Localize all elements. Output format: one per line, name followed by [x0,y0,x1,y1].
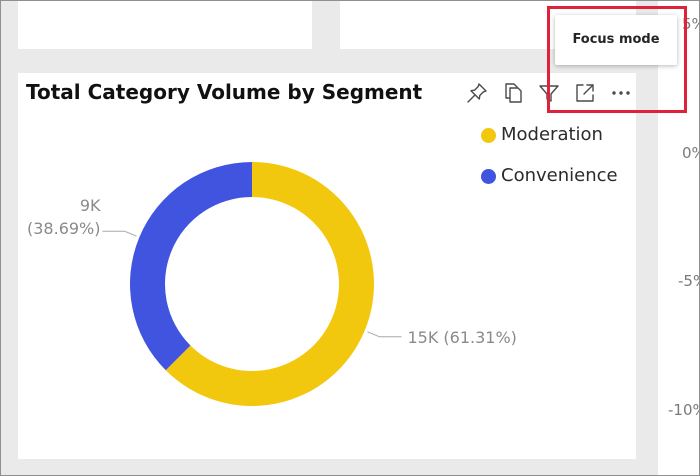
donut-slice-convenience[interactable] [130,162,252,371]
data-label-moderation: 15K (61.31%) [407,328,516,347]
donut-chart: 15K (61.31%) 9K (38.69%) [27,162,517,406]
data-label-convenience-percent: (38.69%) [27,219,101,238]
report-canvas: 5% 0% -5% -10% Total Category Volume by … [0,0,700,476]
data-label-leader-line [367,331,402,338]
data-label-leader-line [102,230,137,237]
data-label-convenience-value: 9K [80,196,101,215]
